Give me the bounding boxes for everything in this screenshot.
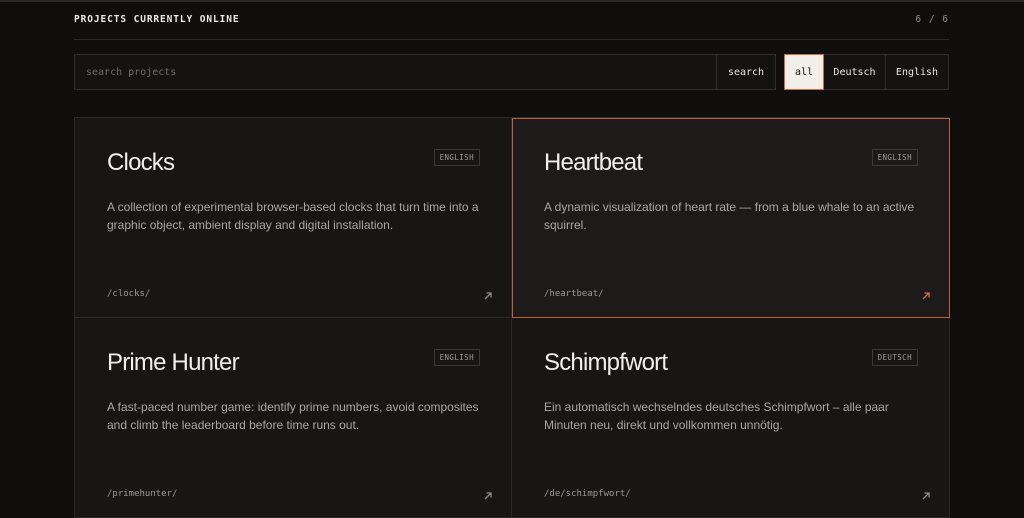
language-filters: all Deutsch English [784,54,949,90]
project-path: /de/schimpfwort/ [544,489,631,499]
toolbar: search all Deutsch English [74,54,949,90]
project-card-clocks[interactable]: Clocks ENGLISH A collection of experimen… [75,118,512,318]
arrow-up-right-icon[interactable] [920,290,932,302]
project-description: Ein automatisch wechselndes deutsches Sc… [544,400,889,432]
project-card-primehunter[interactable]: Prime Hunter ENGLISH A fast-paced number… [75,318,512,518]
arrow-up-right-icon[interactable] [482,290,494,302]
project-card-schimpfwort[interactable]: Schimpfwort DEUTSCH Ein automatisch wech… [512,318,950,518]
project-path: /primehunter/ [107,489,178,499]
search-input[interactable] [75,55,716,89]
arrow-up-right-icon[interactable] [920,490,932,502]
project-description: A fast-paced number game: identify prime… [107,400,479,432]
page-title: PROJECTS CURRENTLY ONLINE [74,14,240,25]
project-path: /heartbeat/ [544,289,604,299]
language-badge: ENGLISH [433,349,480,366]
filter-english-button[interactable]: English [886,54,949,90]
project-title: Schimpfwort [544,349,668,376]
arrow-up-right-icon[interactable] [482,490,494,502]
project-grid: Clocks ENGLISH A collection of experimen… [74,117,950,518]
page-header: PROJECTS CURRENTLY ONLINE 6 / 6 [74,0,949,40]
project-description: A collection of experimental browser-bas… [107,200,479,232]
project-title: Heartbeat [544,149,643,176]
project-description: A dynamic visualization of heart rate — … [544,200,915,232]
language-badge: ENGLISH [433,149,480,166]
language-badge: ENGLISH [871,149,918,166]
project-count: 6 / 6 [915,14,949,25]
filter-all-button[interactable]: all [784,54,824,90]
project-title: Prime Hunter [107,349,240,376]
project-title: Clocks [107,149,175,176]
search-box: search [74,54,776,90]
language-badge: DEUTSCH [871,349,918,366]
projects-page: PROJECTS CURRENTLY ONLINE 6 / 6 search a… [74,0,950,518]
search-button[interactable]: search [716,55,775,89]
project-card-heartbeat[interactable]: Heartbeat ENGLISH A dynamic visualizatio… [512,118,950,318]
filter-deutsch-button[interactable]: Deutsch [824,54,886,90]
project-path: /clocks/ [107,289,151,299]
